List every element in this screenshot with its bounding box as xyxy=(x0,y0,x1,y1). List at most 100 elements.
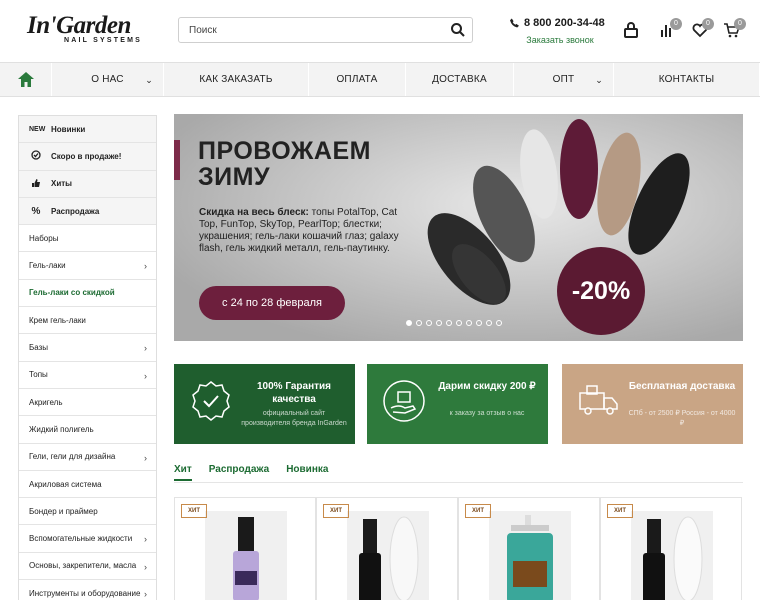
sidebar-item-acrygel[interactable]: Акригель xyxy=(19,388,156,417)
chevron-down-icon: ⌄ xyxy=(595,75,603,85)
hit-badge: ХИТ xyxy=(607,504,633,518)
sidebar-item-label: Бондер и праймер xyxy=(29,506,98,516)
nav-payment[interactable]: ОПЛАТА xyxy=(309,63,406,96)
percent-icon: % xyxy=(31,205,41,217)
sidebar-item-label: Инструменты и оборудование xyxy=(29,588,141,598)
nav-about[interactable]: О НАС ⌄ xyxy=(52,63,164,96)
tab-hit[interactable]: Хит xyxy=(174,464,192,481)
carousel-dot[interactable] xyxy=(406,320,412,326)
phone-number[interactable]: 8 800 200-34-48 xyxy=(510,17,610,29)
sidebar-item-tops[interactable]: Топы › xyxy=(19,361,156,389)
phone-block: 8 800 200-34-48 Заказать звонок xyxy=(510,17,610,45)
sidebar-item-gel-polish[interactable]: Гель-лаки › xyxy=(19,252,156,280)
phone-icon xyxy=(510,18,519,28)
chevron-right-icon: › xyxy=(144,370,147,381)
sidebar-item-sale[interactable]: % Распродажа xyxy=(19,197,156,226)
wishlist-count: 0 xyxy=(702,18,714,30)
home-button[interactable] xyxy=(0,63,52,96)
feature-title: 100% Гарантия качества xyxy=(256,381,332,405)
carousel-dot[interactable] xyxy=(446,320,452,326)
feature-review-discount[interactable]: Дарим скидку 200 ₽ к заказу за отзыв о н… xyxy=(367,364,548,444)
sidebar-item-cream-gel[interactable]: Крем гель-лаки xyxy=(19,307,156,335)
tab-sale[interactable]: Распродажа xyxy=(209,464,269,481)
chevron-right-icon: › xyxy=(144,452,147,463)
sidebar-item-tools[interactable]: Инструменты и оборудование › xyxy=(19,580,156,600)
sidebar-item-label: Акригель xyxy=(29,397,63,407)
carousel-dot[interactable] xyxy=(476,320,482,326)
nav-delivery[interactable]: ДОСТАВКА xyxy=(406,63,514,96)
carousel-dot[interactable] xyxy=(496,320,502,326)
product-card[interactable]: ХИТ xyxy=(174,497,316,600)
home-icon xyxy=(17,72,34,87)
logo-brand: In'Garden xyxy=(27,12,131,39)
sidebar-item-label: Скоро в продаже! xyxy=(51,151,122,161)
product-image[interactable] xyxy=(489,511,571,600)
banner-desc-bold: Скидка на весь блеск: xyxy=(199,207,309,218)
nav-contacts[interactable]: КОНТАКТЫ xyxy=(614,63,760,96)
search-icon[interactable] xyxy=(450,22,466,38)
sidebar-item-label: Наборы xyxy=(29,233,59,243)
cart-icon[interactable]: 0 xyxy=(723,18,746,39)
sidebar-item-label: Распродажа xyxy=(51,206,100,216)
nav-contacts-label: КОНТАКТЫ xyxy=(658,74,715,85)
sidebar-item-liquids[interactable]: Вспомогательные жидкости › xyxy=(19,525,156,553)
feature-quality[interactable]: 100% Гарантия качества официальный сайт … xyxy=(174,364,355,444)
feature-subtitle: СПб - от 2500 ₽ Россия - от 4000 ₽ xyxy=(628,410,736,427)
compare-count: 0 xyxy=(670,18,682,30)
nav-delivery-label: ДОСТАВКА xyxy=(432,74,487,85)
sidebar-item-gel-polish-discount[interactable]: Гель-лаки со скидкой xyxy=(19,279,156,308)
tabs-divider xyxy=(174,482,743,483)
product-card[interactable]: ХИТ xyxy=(600,497,742,600)
sidebar-item-label: Акриловая система xyxy=(29,479,102,489)
nav-wholesale[interactable]: ОПТ ⌄ xyxy=(514,63,614,96)
feature-title: Дарим скидку 200 ₽ xyxy=(438,381,536,392)
sidebar-item-acrylic[interactable]: Акриловая система xyxy=(19,470,156,499)
promo-banner[interactable]: ПРОВОЖАЕМ ЗИМУ Скидка на весь блеск: топ… xyxy=(174,114,743,341)
main-nav: О НАС ⌄ КАК ЗАКАЗАТЬ ОПЛАТА ДОСТАВКА ОПТ… xyxy=(0,62,760,97)
gift-hand-icon xyxy=(381,378,427,424)
site-header: In'Garden NAIL SYSTEMS 8 800 200-34-48 З… xyxy=(0,0,760,62)
feature-subtitle: к заказу за отзыв о нас xyxy=(449,410,525,417)
product-card[interactable]: ХИТ xyxy=(458,497,600,600)
banner-description: Скидка на весь блеск: топы PotalTop, Cat… xyxy=(199,207,414,255)
carousel-dot[interactable] xyxy=(416,320,422,326)
sidebar-item-hits[interactable]: Хиты xyxy=(19,170,156,198)
carousel-dot[interactable] xyxy=(466,320,472,326)
sidebar-item-gels[interactable]: Гели, гели для дизайна › xyxy=(19,443,156,471)
feature-free-delivery[interactable]: Бесплатная доставка СПб - от 2500 ₽ Росс… xyxy=(562,364,743,444)
sidebar-item-bases[interactable]: Базы › xyxy=(19,334,156,362)
chevron-right-icon: › xyxy=(144,534,147,545)
sidebar-item-new[interactable]: NEW Новинки xyxy=(19,116,156,144)
sidebar-item-coming-soon[interactable]: Скоро в продаже! xyxy=(19,143,156,171)
product-tabs: Хит Распродажа Новинка xyxy=(174,464,328,481)
nav-how-to-order[interactable]: КАК ЗАКАЗАТЬ xyxy=(164,63,309,96)
logo[interactable]: In'Garden NAIL SYSTEMS xyxy=(27,12,142,44)
product-image[interactable] xyxy=(347,511,429,600)
sidebar-item-oils[interactable]: Основы, закрепители, масла › xyxy=(19,552,156,581)
phone-number-text: 8 800 200-34-48 xyxy=(524,17,605,29)
sidebar-item-liquid-polygel[interactable]: Жидкий полигель xyxy=(19,416,156,444)
wishlist-heart-icon[interactable]: 0 xyxy=(691,18,714,39)
sidebar-item-label: Жидкий полигель xyxy=(29,424,94,434)
sidebar-item-sets[interactable]: Наборы xyxy=(19,225,156,253)
banner-dates-button[interactable]: с 24 по 28 февраля xyxy=(199,286,345,320)
delivery-truck-icon xyxy=(576,378,622,424)
compare-icon[interactable]: 0 xyxy=(659,18,682,39)
tab-new[interactable]: Новинка xyxy=(286,464,328,481)
account-lock-icon[interactable] xyxy=(622,21,640,39)
carousel-dot[interactable] xyxy=(436,320,442,326)
sidebar-item-bonder[interactable]: Бондер и праймер xyxy=(19,498,156,526)
search-input[interactable] xyxy=(179,18,429,42)
product-card[interactable]: ХИТ xyxy=(316,497,458,600)
new-badge-icon: NEW xyxy=(29,125,46,133)
cart-count: 0 xyxy=(734,18,746,30)
product-image[interactable] xyxy=(205,511,287,600)
carousel-dot[interactable] xyxy=(426,320,432,326)
callback-link[interactable]: Заказать звонок xyxy=(510,35,610,45)
sidebar-item-label: Базы xyxy=(29,343,49,353)
carousel-dot[interactable] xyxy=(456,320,462,326)
sidebar-item-label: Вспомогательные жидкости xyxy=(29,534,133,544)
chevron-right-icon: › xyxy=(144,589,147,600)
product-image[interactable] xyxy=(631,511,713,600)
carousel-dot[interactable] xyxy=(486,320,492,326)
